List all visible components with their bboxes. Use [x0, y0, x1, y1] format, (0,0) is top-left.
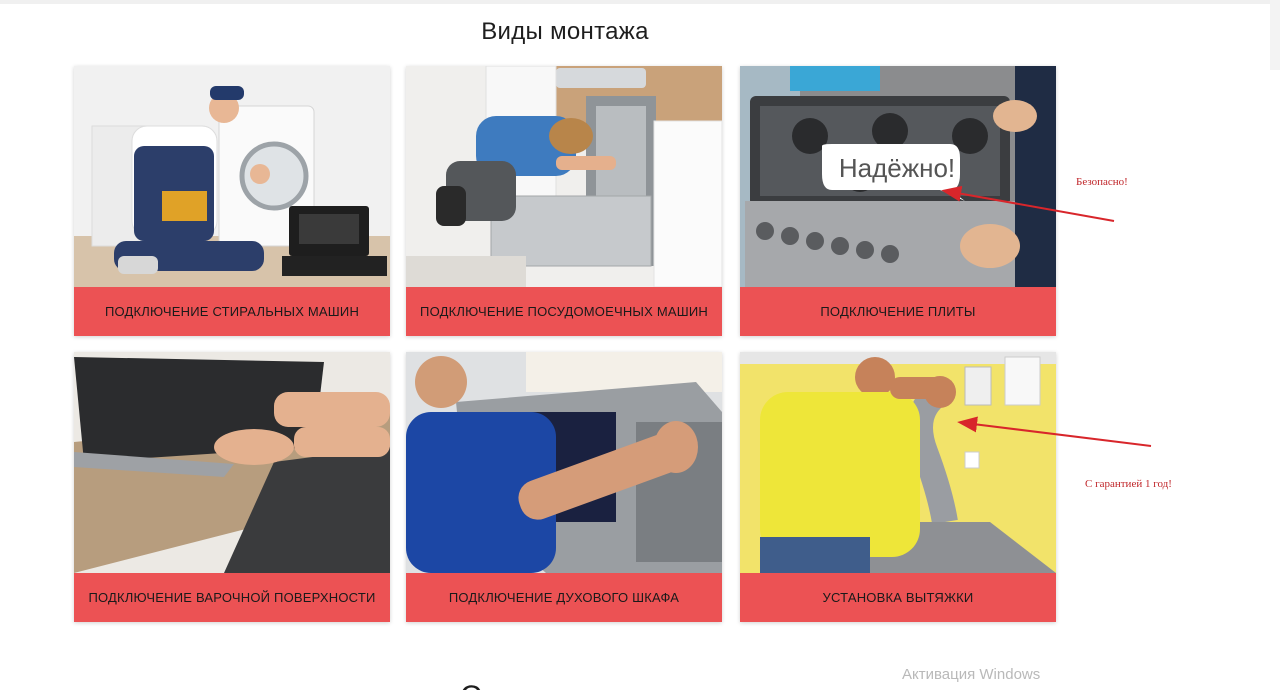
safe-annotation: Безопасно!: [1076, 176, 1128, 188]
warranty-annotation: С гарантией 1 год!: [1085, 478, 1172, 490]
annotation-arrows: [941, 185, 1152, 447]
arrow-to-hood: [957, 416, 1152, 447]
next-section-title-cutoff: С: [460, 676, 680, 690]
arrow-to-stove: [941, 185, 1115, 222]
windows-activation-watermark: Активация Windows: [902, 666, 1041, 683]
